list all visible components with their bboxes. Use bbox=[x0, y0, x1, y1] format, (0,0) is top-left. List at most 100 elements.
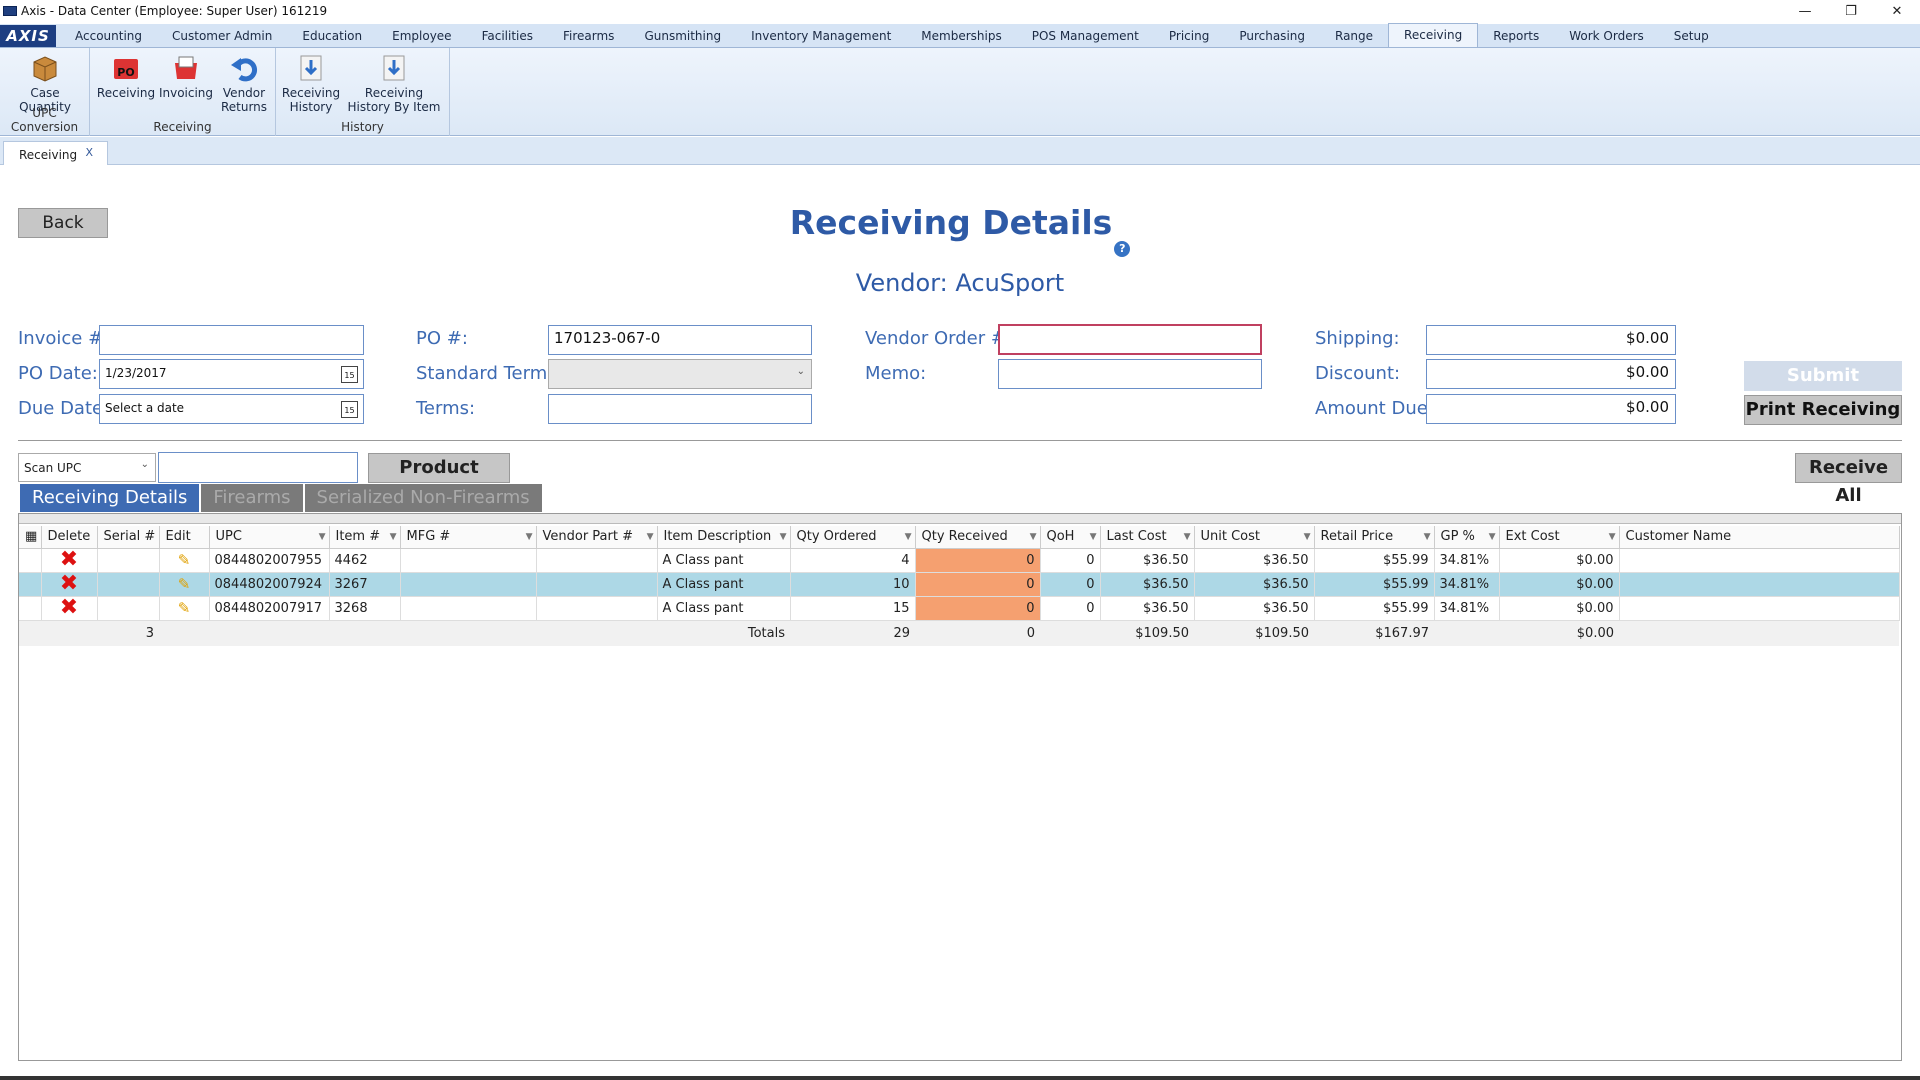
col-header-qty-ordered[interactable]: Qty Ordered ▼ bbox=[790, 526, 916, 549]
customer-name-cell[interactable] bbox=[1619, 548, 1900, 573]
standard-terms-select[interactable]: ⌄ bbox=[548, 359, 812, 389]
qty-received-cell[interactable]: 0 bbox=[915, 572, 1041, 597]
item-cell[interactable]: 3268 bbox=[329, 596, 401, 621]
delete-icon[interactable]: ✖ bbox=[47, 597, 92, 619]
qty-ordered-cell[interactable]: 10 bbox=[790, 572, 916, 597]
calendar-icon[interactable]: 15 bbox=[341, 401, 358, 418]
item-cell[interactable]: 3267 bbox=[329, 572, 401, 597]
col-header-unit-cost[interactable]: Unit Cost ▼ bbox=[1194, 526, 1315, 549]
menu-tab-reports[interactable]: Reports bbox=[1478, 25, 1554, 47]
qoh-cell[interactable]: 0 bbox=[1040, 548, 1101, 573]
terms-input[interactable] bbox=[548, 394, 812, 424]
col-header-qty-received[interactable]: Qty Received ▼ bbox=[915, 526, 1041, 549]
maximize-button[interactable]: ❐ bbox=[1828, 0, 1874, 22]
case-quantity-button[interactable]: Case Quantity bbox=[4, 52, 86, 114]
filter-icon[interactable]: ▼ bbox=[1090, 532, 1097, 542]
scan-mode-select[interactable]: Scan UPC ⌄ bbox=[18, 453, 156, 482]
vendor-part-cell[interactable] bbox=[536, 596, 658, 621]
delete-cell[interactable]: ✖ bbox=[41, 596, 98, 621]
qoh-cell[interactable]: 0 bbox=[1040, 572, 1101, 597]
ext-cost-cell[interactable]: $0.00 bbox=[1499, 548, 1620, 573]
last-cost-cell[interactable]: $36.50 bbox=[1100, 572, 1195, 597]
column-chooser-icon[interactable]: ▦ bbox=[19, 526, 42, 549]
tab-serialized-non-firearms[interactable]: Serialized Non-Firearms bbox=[304, 484, 542, 512]
col-header-edit[interactable]: Edit bbox=[159, 526, 210, 549]
discount-input[interactable]: $0.00 bbox=[1426, 359, 1676, 389]
menu-tab-work-orders[interactable]: Work Orders bbox=[1554, 25, 1659, 47]
menu-tab-purchasing[interactable]: Purchasing bbox=[1224, 25, 1320, 47]
col-header-ext-cost[interactable]: Ext Cost ▼ bbox=[1499, 526, 1620, 549]
edit-pencil-icon[interactable]: ✎ bbox=[165, 599, 204, 617]
menu-tab-receiving[interactable]: Receiving bbox=[1388, 23, 1479, 47]
shipping-input[interactable]: $0.00 bbox=[1426, 325, 1676, 355]
upc-cell[interactable]: 0844802007924 bbox=[209, 572, 330, 597]
scan-input[interactable] bbox=[158, 452, 358, 483]
vendor-part-cell[interactable] bbox=[536, 572, 658, 597]
doc-tab-close-icon[interactable]: X bbox=[85, 146, 93, 159]
col-header-gp[interactable]: GP % ▼ bbox=[1434, 526, 1500, 549]
ext-cost-cell[interactable]: $0.00 bbox=[1499, 572, 1620, 597]
mfg-cell[interactable] bbox=[400, 572, 537, 597]
retail-price-cell[interactable]: $55.99 bbox=[1314, 596, 1435, 621]
filter-icon[interactable]: ▼ bbox=[647, 532, 654, 542]
serial-cell[interactable] bbox=[97, 596, 160, 621]
menu-tab-education[interactable]: Education bbox=[287, 25, 377, 47]
filter-icon[interactable]: ▼ bbox=[905, 532, 912, 542]
customer-name-cell[interactable] bbox=[1619, 572, 1900, 597]
mfg-cell[interactable] bbox=[400, 548, 537, 573]
edit-cell[interactable]: ✎ bbox=[159, 596, 210, 621]
table-row[interactable]: ✖ ✎ 0844802007917 3268 A Class pant 15 0… bbox=[19, 596, 1900, 621]
upc-cell[interactable]: 0844802007917 bbox=[209, 596, 330, 621]
unit-cost-cell[interactable]: $36.50 bbox=[1194, 572, 1315, 597]
mfg-cell[interactable] bbox=[400, 596, 537, 621]
vendor-part-cell[interactable] bbox=[536, 548, 658, 573]
description-cell[interactable]: A Class pant bbox=[657, 548, 791, 573]
menu-tab-inventory-management[interactable]: Inventory Management bbox=[736, 25, 906, 47]
delete-icon[interactable]: ✖ bbox=[47, 549, 92, 571]
delete-cell[interactable]: ✖ bbox=[41, 572, 98, 597]
submit-button[interactable]: Submit bbox=[1744, 361, 1902, 391]
gp-cell[interactable]: 34.81% bbox=[1434, 548, 1500, 573]
menu-tab-range[interactable]: Range bbox=[1320, 25, 1388, 47]
unit-cost-cell[interactable]: $36.50 bbox=[1194, 596, 1315, 621]
menu-tab-gunsmithing[interactable]: Gunsmithing bbox=[629, 25, 736, 47]
edit-cell[interactable]: ✎ bbox=[159, 572, 210, 597]
memo-input[interactable] bbox=[998, 359, 1262, 389]
edit-pencil-icon[interactable]: ✎ bbox=[165, 575, 204, 593]
qty-received-cell[interactable]: 0 bbox=[915, 596, 1041, 621]
table-row-selected[interactable]: ✖ ✎ 0844802007924 3267 A Class pant 10 0… bbox=[19, 572, 1900, 597]
filter-icon[interactable]: ▼ bbox=[390, 532, 397, 542]
invoice-input[interactable] bbox=[99, 325, 364, 355]
edit-cell[interactable]: ✎ bbox=[159, 548, 210, 573]
retail-price-cell[interactable]: $55.99 bbox=[1314, 572, 1435, 597]
serial-cell[interactable] bbox=[97, 548, 160, 573]
customer-name-cell[interactable] bbox=[1619, 596, 1900, 621]
menu-tab-setup[interactable]: Setup bbox=[1659, 25, 1724, 47]
col-header-customer-name[interactable]: Customer Name bbox=[1619, 526, 1900, 549]
col-header-upc[interactable]: UPC ▼ bbox=[209, 526, 330, 549]
filter-icon[interactable]: ▼ bbox=[1609, 532, 1616, 542]
edit-pencil-icon[interactable]: ✎ bbox=[165, 551, 204, 569]
unit-cost-cell[interactable]: $36.50 bbox=[1194, 548, 1315, 573]
serial-cell[interactable] bbox=[97, 572, 160, 597]
filter-icon[interactable]: ▼ bbox=[1304, 532, 1311, 542]
filter-icon[interactable]: ▼ bbox=[1424, 532, 1431, 542]
vendor-returns-button[interactable]: Vendor Returns bbox=[216, 52, 272, 114]
menu-tab-employee[interactable]: Employee bbox=[377, 25, 466, 47]
receiving-history-by-item-button[interactable]: Receiving History By Item bbox=[342, 52, 446, 114]
delete-cell[interactable]: ✖ bbox=[41, 548, 98, 573]
menu-tab-accounting[interactable]: Accounting bbox=[60, 25, 157, 47]
doc-tab-receiving[interactable]: Receiving X bbox=[3, 141, 108, 165]
menu-tab-facilities[interactable]: Facilities bbox=[467, 25, 548, 47]
vendor-order-input[interactable] bbox=[998, 324, 1262, 355]
col-header-mfg[interactable]: MFG # ▼ bbox=[400, 526, 537, 549]
menu-tab-firearms[interactable]: Firearms bbox=[548, 25, 629, 47]
tab-receiving-details[interactable]: Receiving Details bbox=[20, 484, 200, 512]
item-cell[interactable]: 4462 bbox=[329, 548, 401, 573]
product-search-button[interactable]: Product Search bbox=[368, 453, 510, 506]
filter-icon[interactable]: ▼ bbox=[780, 532, 787, 542]
last-cost-cell[interactable]: $36.50 bbox=[1100, 596, 1195, 621]
receiving-history-button[interactable]: Receiving History bbox=[280, 52, 342, 114]
retail-price-cell[interactable]: $55.99 bbox=[1314, 548, 1435, 573]
close-button[interactable]: ✕ bbox=[1874, 0, 1920, 22]
